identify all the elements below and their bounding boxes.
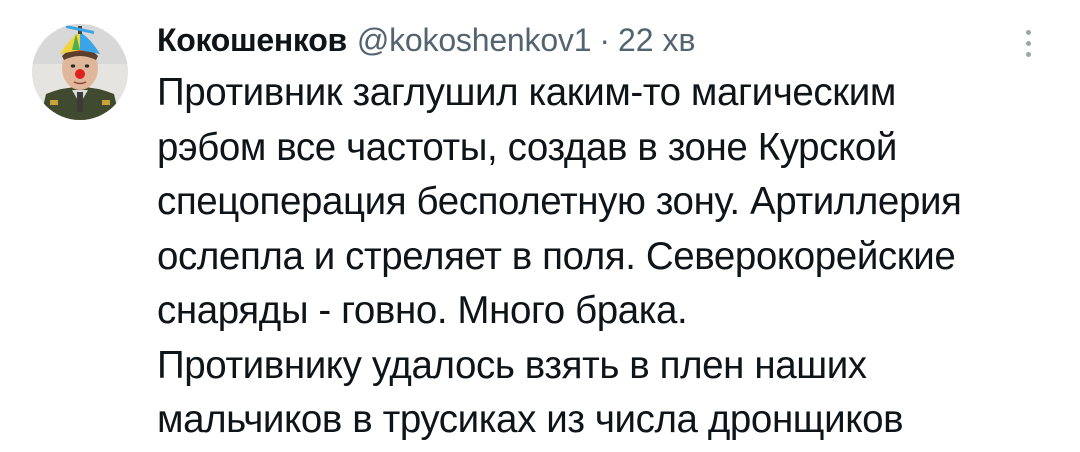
tweet-content: Кокошенков @kokoshenkov1 · 22 хв Противн…	[157, 18, 1037, 448]
tweet-text-line: Противник заглушил каким-то магическим	[157, 71, 896, 114]
user-avatar-icon	[32, 24, 128, 120]
tweet-text-line: снаряды - говно. Много брака.	[157, 289, 688, 332]
tweet-header: Кокошенков @kokoshenkov1 · 22 хв	[157, 18, 1037, 62]
author-display-name[interactable]: Кокошенков	[157, 18, 347, 62]
tweet-text: Противник заглушил каким-то магическим р…	[157, 66, 1037, 448]
tweet-text-line: рэбом все частоты, создав в зоне Курской	[157, 125, 897, 169]
header-separator: ·	[599, 22, 610, 58]
tweet-timestamp[interactable]: 22 хв	[618, 18, 695, 62]
more-vertical-icon[interactable]	[1020, 30, 1036, 62]
author-handle[interactable]: @kokoshenkov1	[357, 18, 592, 62]
tweet-text-line: ослепла и стреляет в поля. Северокорейск…	[157, 234, 956, 278]
tweet-card[interactable]: Кокошенков @kokoshenkov1 · 22 хв Противн…	[0, 0, 1080, 452]
tweet-text-line: Противнику удалось взять в плен наших	[157, 343, 867, 387]
tweet-text-line: мальчиков в трусиках из числа дронщиков	[157, 398, 904, 441]
avatar[interactable]	[32, 24, 128, 120]
tweet-text-line: спецоперация бесполетную зону. Артиллери…	[157, 180, 962, 223]
